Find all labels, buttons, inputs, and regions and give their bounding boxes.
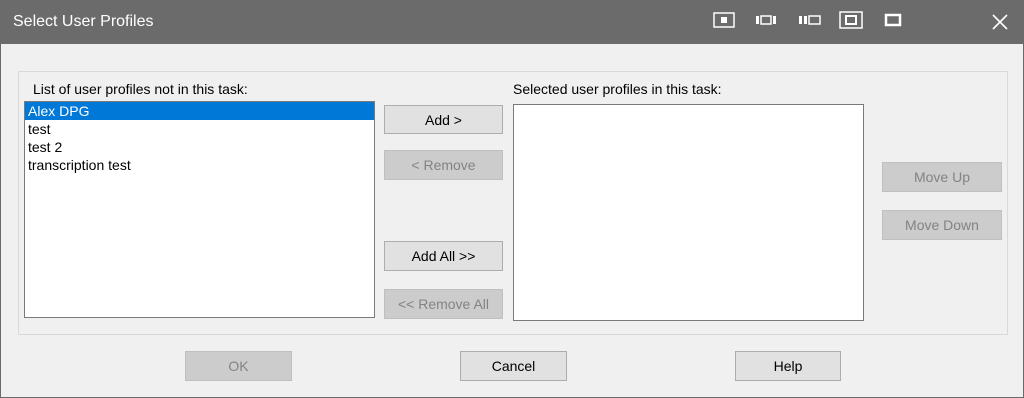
window-center-icon[interactable] <box>839 11 863 29</box>
close-icon[interactable] <box>989 11 1011 33</box>
title-bar: Select User Profiles <box>1 1 1023 44</box>
select-user-profiles-dialog: Select User Profiles List of user profil… <box>0 0 1024 398</box>
window-mode-icon[interactable] <box>713 11 735 29</box>
selected-profiles-label: Selected user profiles in this task: <box>513 81 722 97</box>
ok-button[interactable]: OK <box>185 351 292 381</box>
remove-all-button[interactable]: << Remove All <box>384 289 503 319</box>
available-profiles-list[interactable]: Alex DPG test test 2 transcription test <box>24 101 375 318</box>
window-maximize-icon[interactable] <box>883 11 903 29</box>
selected-profiles-list[interactable] <box>513 104 864 321</box>
window-dock-right-icon[interactable] <box>755 11 777 29</box>
add-button[interactable]: Add > <box>384 105 503 134</box>
move-up-button[interactable]: Move Up <box>882 162 1002 192</box>
remove-button[interactable]: < Remove <box>384 150 503 180</box>
help-button[interactable]: Help <box>735 351 841 381</box>
list-item[interactable]: Alex DPG <box>25 102 374 120</box>
window-dock-left-icon[interactable] <box>798 11 822 29</box>
move-down-button[interactable]: Move Down <box>882 210 1002 240</box>
window-title: Select User Profiles <box>13 13 154 30</box>
add-all-button[interactable]: Add All >> <box>384 241 503 271</box>
list-item[interactable]: test 2 <box>25 138 374 156</box>
available-profiles-label: List of user profiles not in this task: <box>33 81 248 97</box>
cancel-button[interactable]: Cancel <box>460 351 567 381</box>
list-item[interactable]: test <box>25 120 374 138</box>
list-item[interactable]: transcription test <box>25 156 374 174</box>
